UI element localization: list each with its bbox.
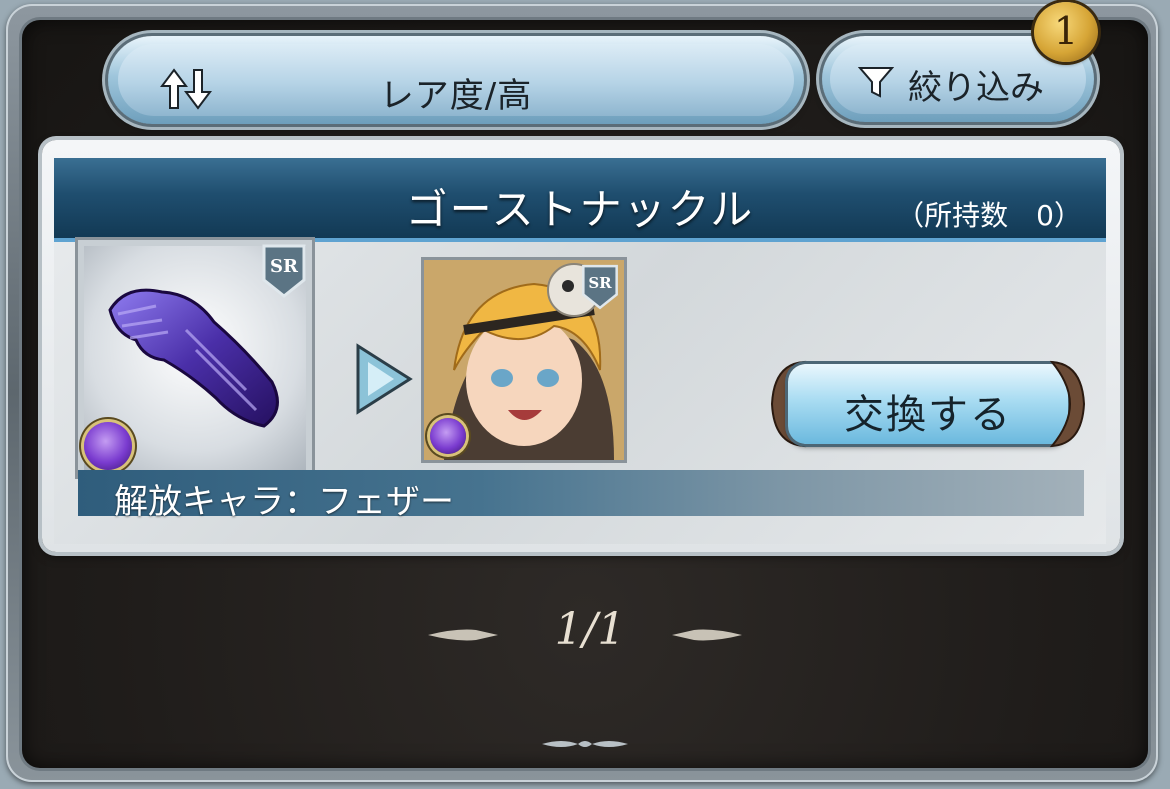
page-next-icon[interactable] <box>670 624 744 646</box>
dark-element-icon <box>430 418 466 454</box>
exchange-button[interactable]: 交換する <box>768 354 1088 454</box>
sort-button-face: レア度/高 <box>118 44 794 116</box>
page-indicator: 1/1 <box>554 604 626 655</box>
sort-button[interactable]: レア度/高 <box>108 36 804 124</box>
release-character-bar: 解放キャラ：フェザー <box>78 470 1084 522</box>
exchange-button-face: 交換する <box>788 364 1068 444</box>
filter-count-badge: 1 <box>1034 2 1098 62</box>
svg-text:SR: SR <box>270 256 299 277</box>
weapon-thumbnail[interactable]: SR <box>78 240 312 476</box>
sr-rarity-icon: SR <box>582 264 618 310</box>
character-thumbnail[interactable]: SR <box>424 260 624 460</box>
owned-count: （所持数 0） <box>896 199 1082 232</box>
arrow-right-icon <box>356 343 413 415</box>
horn-right-icon <box>1049 360 1086 448</box>
release-character-label: 解放キャラ：フェザー <box>114 482 454 522</box>
exchange-label: 交換する <box>844 392 1012 438</box>
item-title-bar: ゴーストナックル （所持数 0） <box>54 158 1106 242</box>
svg-text:SR: SR <box>588 274 612 292</box>
sort-label: レア度/高 <box>379 76 533 116</box>
funnel-icon <box>858 67 894 98</box>
bottom-ornament-icon <box>542 741 628 747</box>
filter-label: 絞り込み <box>908 68 1044 108</box>
sr-rarity-icon: SR <box>262 244 306 298</box>
dark-element-icon <box>84 422 132 470</box>
page-prev-icon[interactable] <box>426 624 500 646</box>
card-body: ゴーストナックル （所持数 0） SR SR 交換する 解放キャラ：フェザー <box>54 158 1106 544</box>
exchange-item-card: ゴーストナックル （所持数 0） SR SR 交換する 解放キャラ：フェザー <box>42 140 1120 552</box>
